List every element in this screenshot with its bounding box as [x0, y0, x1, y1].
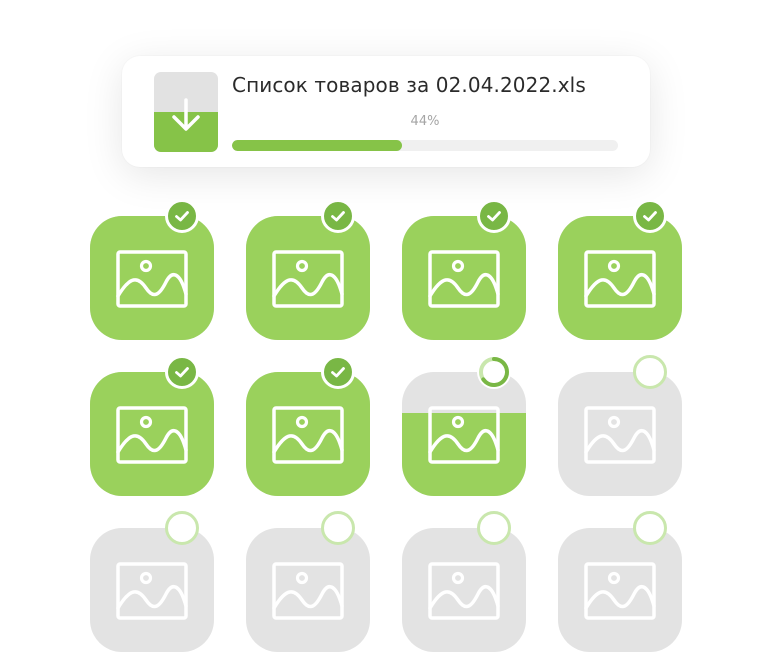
image-icon [428, 406, 500, 468]
loading-spinner-icon [477, 355, 511, 389]
checkmark-icon [165, 199, 199, 233]
image-icon [116, 250, 188, 312]
progress-percent: 44% [410, 114, 440, 129]
pending-status-icon [633, 511, 667, 545]
pending-status-icon [477, 511, 511, 545]
image-tile[interactable] [558, 372, 682, 496]
image-icon [584, 250, 656, 312]
image-tile[interactable] [90, 372, 214, 496]
file-name: Список товаров за 02.04.2022.xls [232, 73, 586, 97]
image-tile[interactable] [402, 528, 526, 652]
progress-bar [232, 140, 618, 151]
image-icon [584, 406, 656, 468]
image-tile[interactable] [90, 528, 214, 652]
image-tile[interactable] [90, 216, 214, 340]
image-tile[interactable] [402, 216, 526, 340]
image-icon [272, 250, 344, 312]
image-icon [428, 562, 500, 624]
image-tile[interactable] [246, 372, 370, 496]
image-tile[interactable] [558, 528, 682, 652]
image-tile[interactable] [558, 216, 682, 340]
download-card: Список товаров за 02.04.2022.xls 44% [122, 56, 650, 167]
pending-status-icon [633, 355, 667, 389]
image-icon [428, 250, 500, 312]
pending-status-icon [321, 511, 355, 545]
checkmark-icon [321, 355, 355, 389]
progress-bar-fill [232, 140, 402, 151]
download-file-icon[interactable] [154, 72, 218, 152]
image-tile[interactable] [246, 528, 370, 652]
checkmark-icon [477, 199, 511, 233]
checkmark-icon [165, 355, 199, 389]
image-tile[interactable] [246, 216, 370, 340]
image-icon [272, 562, 344, 624]
checkmark-icon [321, 199, 355, 233]
image-tile[interactable] [402, 372, 526, 496]
pending-status-icon [165, 511, 199, 545]
checkmark-icon [633, 199, 667, 233]
download-arrow-icon [172, 98, 200, 131]
image-icon [584, 562, 656, 624]
image-icon [272, 406, 344, 468]
image-icon [116, 562, 188, 624]
image-icon [116, 406, 188, 468]
